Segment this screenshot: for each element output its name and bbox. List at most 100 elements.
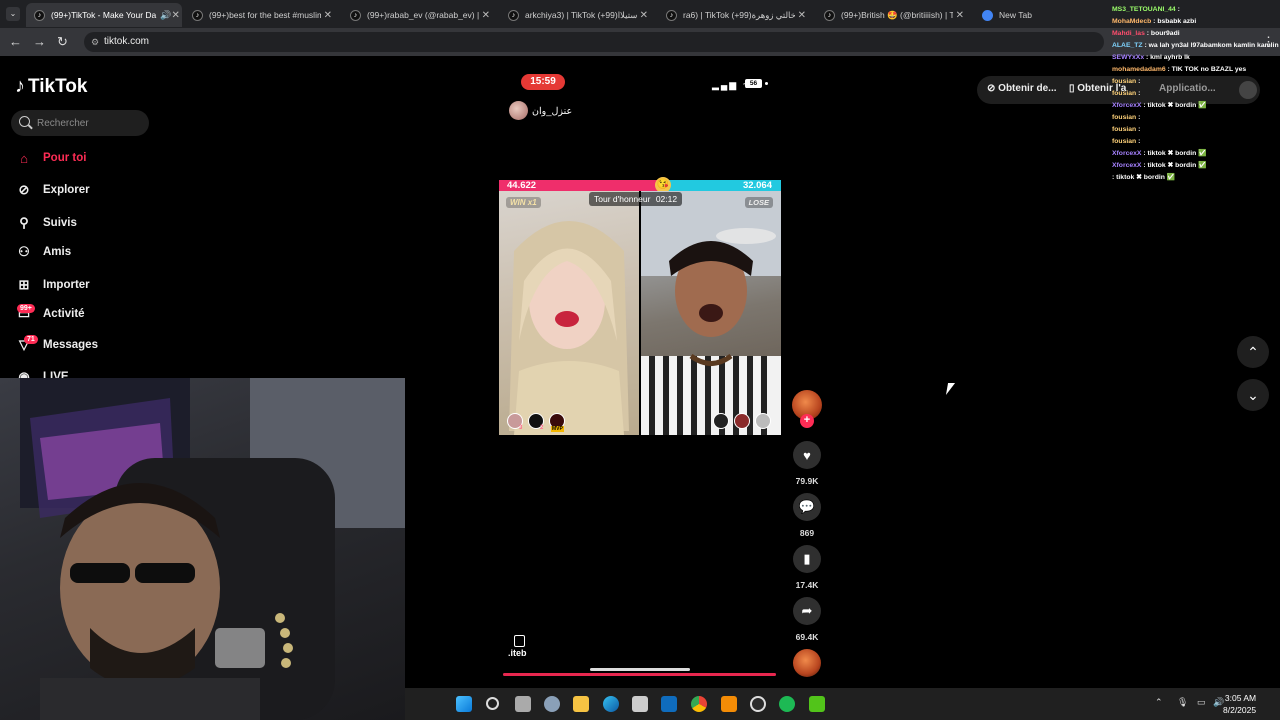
windows-taskbar: ⌃ 🎙 ▭ 🔊 3:05 AM 8/2/2025 (405, 688, 1280, 720)
system-clock[interactable]: 3:05 AM 8/2/2025 (1223, 692, 1256, 716)
tab-6[interactable]: ♪ (99+)British 🤩 (@britiiiish) | Ti ✕ (816, 3, 972, 27)
chat-username: XforcexX (1112, 162, 1142, 169)
supporter-avatar[interactable] (755, 413, 771, 429)
close-tab-icon[interactable]: ✕ (172, 10, 180, 21)
chat-username: ALAE_TZ (1112, 42, 1143, 49)
tray-chevron-icon[interactable]: ⌃ (1155, 697, 1163, 708)
tab-3[interactable]: ♪ (99+)rabab_ev (@rabab_ev) | Ti ✕ (342, 3, 498, 27)
tab-list-button[interactable]: ⌄ (6, 7, 20, 21)
save-button[interactable]: ▮ (793, 545, 821, 573)
close-tab-icon[interactable]: ✕ (482, 10, 490, 21)
comment-button[interactable]: 💬 (793, 493, 821, 521)
video-caption[interactable]: .iteb (508, 648, 527, 658)
chat-message: : (1138, 126, 1141, 133)
sidebar-item-label: Suivis (43, 217, 77, 229)
chat-username: SEWYxXx (1112, 54, 1145, 61)
chat-username: fousian (1112, 138, 1137, 145)
tab-4[interactable]: ♪ arkchiya3) | TikTok ستيلاا(99+) ✕ (500, 3, 656, 27)
network-icon[interactable]: ▭ (1197, 697, 1206, 708)
close-tab-icon[interactable]: ✕ (324, 10, 332, 21)
sidebar-item-label: Explorer (43, 184, 90, 196)
logo-text: TikTok (28, 76, 88, 97)
windows-start-icon[interactable] (456, 696, 472, 712)
supporter-count: 2 (540, 425, 544, 431)
close-tab-icon[interactable]: ✕ (956, 10, 964, 21)
sidebar-item-explorer[interactable]: ⊘ Explorer (16, 180, 90, 200)
search-icon[interactable] (486, 697, 499, 710)
spotify-icon[interactable] (779, 696, 795, 712)
back-icon[interactable]: ← (9, 34, 22, 49)
chat-message: : TIK TOK no BZAZL yes (1167, 66, 1247, 73)
compass-icon: ⊘ (18, 182, 30, 197)
tiktok-favicon-icon: ♪ (666, 9, 677, 21)
edge-icon[interactable] (603, 696, 619, 712)
music-disc-icon[interactable] (793, 649, 821, 677)
sidebar-item-importer[interactable]: ⊞ Importer (16, 275, 90, 295)
chat-line: fousian : (1112, 124, 1280, 136)
chat-username: mohamedadam6 (1112, 66, 1166, 73)
live-battle[interactable]: 44.622 32.064 😘 WIN x1 3 2 MVP LOSE Tour… (499, 177, 781, 435)
supporter-avatar[interactable] (713, 413, 729, 429)
chat-line: MohaMdecb : bsbabk azbi (1112, 16, 1280, 28)
settings-icon[interactable] (544, 696, 560, 712)
sidebar-item-amis[interactable]: ⚇ Amis (16, 242, 71, 262)
vlc-icon[interactable] (721, 696, 737, 712)
search-input[interactable]: Rechercher (11, 110, 149, 136)
forward-icon[interactable]: → (33, 34, 46, 49)
url-field[interactable]: ⚙ tiktok.com (84, 32, 1104, 52)
tab-2[interactable]: ♪ (99+)best for the best #muslim ✕ (184, 3, 340, 27)
chat-message: : (1177, 6, 1180, 13)
video-progress-bar[interactable] (503, 673, 776, 676)
stream-chat-overlay: MS3_TETOUANI_44 : MohaMdecb : bsbabk azb… (1112, 4, 1280, 184)
sidebar-item-label: Pour toi (43, 152, 87, 164)
right-score: 32.064 (742, 180, 772, 191)
mic-icon[interactable]: 🎙 (1177, 697, 1188, 708)
chat-line: fousian : (1112, 88, 1280, 100)
tiktok-favicon-icon: ♪ (192, 9, 203, 21)
close-tab-icon[interactable]: ✕ (798, 10, 806, 21)
share-button[interactable]: ➦ (793, 597, 821, 625)
like-button[interactable]: ♥ (793, 441, 821, 469)
left-streamer-video: WIN x1 3 2 MVP (499, 191, 639, 435)
sidebar-item-suivis[interactable]: ⚲ Suivis (16, 213, 77, 233)
follow-plus-icon[interactable]: + (800, 414, 814, 428)
file-explorer-icon[interactable] (573, 696, 589, 712)
supporter-avatar[interactable] (734, 413, 750, 429)
task-view-icon[interactable] (515, 696, 531, 712)
chat-username: XforcexX (1112, 102, 1142, 109)
chat-message: : (1138, 114, 1141, 121)
search-placeholder: Rechercher (37, 118, 89, 129)
tab-5[interactable]: ♪ ra6) | TikTok خالتي زوهرة(99+) ✕ (658, 3, 814, 27)
chrome-icon[interactable] (691, 696, 707, 712)
get-coins-button[interactable]: ⊘ Obtenir de... (987, 83, 1057, 94)
chevron-up-icon: ⌃ (1247, 343, 1259, 360)
chat-username: XforcexX (1112, 150, 1142, 157)
outlook-icon[interactable] (661, 696, 677, 712)
share-icon: ➦ (801, 603, 813, 618)
app-icon[interactable] (809, 696, 825, 712)
tiktok-favicon-icon: ♪ (508, 9, 519, 21)
tiktok-favicon-icon: ♪ (824, 9, 835, 21)
tiktok-logo[interactable]: ♪ TikTok (15, 75, 87, 98)
streamer-avatar[interactable] (509, 101, 528, 120)
chat-message: : kml ayhrb lk (1146, 54, 1190, 61)
store-icon[interactable] (632, 696, 648, 712)
reload-icon[interactable]: ↻ (57, 34, 68, 50)
tab-new[interactable]: New Tab (974, 3, 1094, 27)
next-video-button[interactable]: ⌄ (1237, 379, 1269, 411)
site-info-icon[interactable]: ⚙ (91, 37, 99, 48)
chat-message: : tiktok ✖ bordin ✅ (1143, 162, 1207, 169)
sidebar-item-label: Messages (43, 339, 98, 351)
comment-count: 869 (799, 528, 815, 538)
tab-tiktok[interactable]: ♪ (99+)TikTok - Make Your Da 🔊 ✕ (26, 3, 182, 27)
like-count: 79.9K (795, 476, 819, 486)
chat-line: SEWYxXx : kml ayhrb lk (1112, 52, 1280, 64)
close-tab-icon[interactable]: ✕ (640, 10, 648, 21)
activity-badge: 99+ (17, 304, 35, 313)
previous-video-button[interactable]: ⌃ (1237, 336, 1269, 368)
tiktok-note-icon: ♪ (15, 75, 25, 97)
sidebar-item-pour-toi[interactable]: ⌂ Pour toi (16, 148, 86, 168)
streamer-username[interactable]: عنزل_وان (532, 106, 572, 117)
bookmark-icon: ▮ (803, 551, 811, 566)
obs-icon[interactable] (750, 696, 766, 712)
